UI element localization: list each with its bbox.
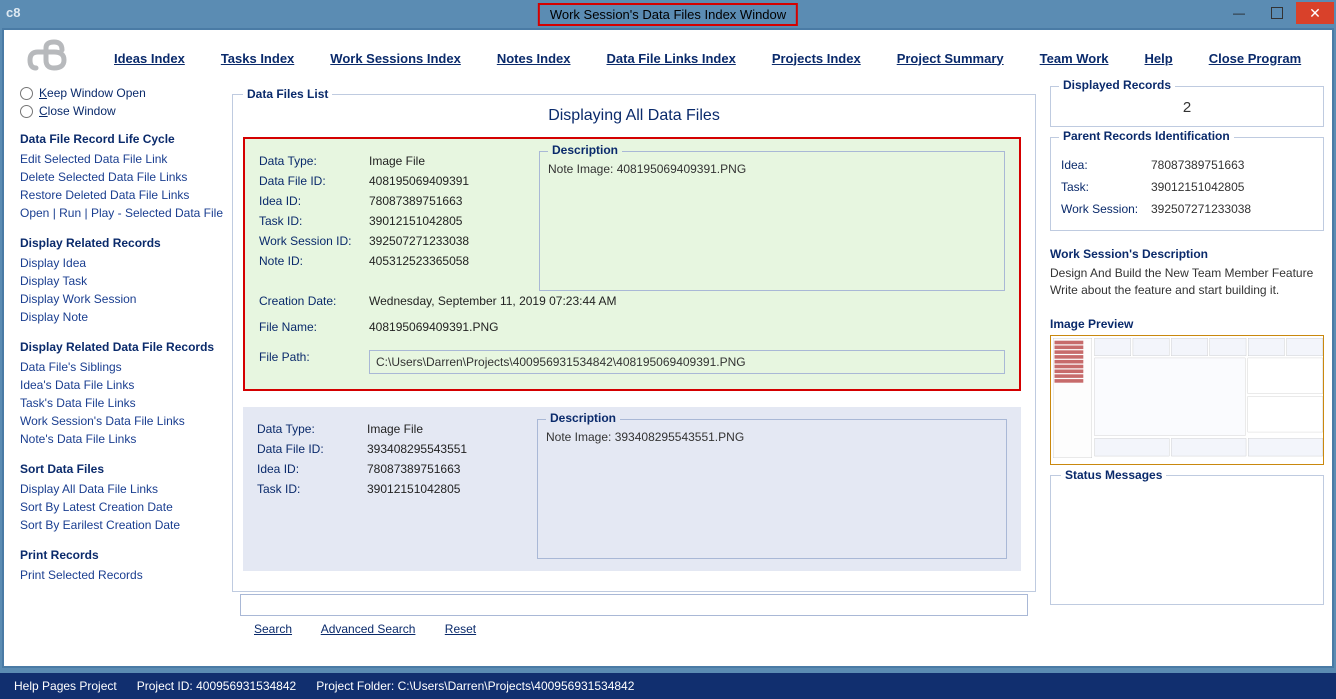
section-related-data-file-records: Display Related Data File Records [20,340,224,354]
menu-projects-index[interactable]: Projects Index [772,51,861,66]
menu-ideas-index[interactable]: Ideas Index [114,51,185,66]
sort-earliest[interactable]: Sort By Earilest Creation Date [20,516,224,534]
display-note[interactable]: Display Note [20,308,224,326]
menu-team-work[interactable]: Team Work [1040,51,1109,66]
description-text: Note Image: 408195069409391.PNG [548,162,996,176]
section-print: Print Records [20,548,224,562]
work-session-data-file-links[interactable]: Work Session's Data File Links [20,412,224,430]
menu-project-summary[interactable]: Project Summary [897,51,1004,66]
reset-link[interactable]: Reset [445,622,476,636]
parent-records-legend: Parent Records Identification [1059,129,1234,143]
displayed-count: 2 [1061,99,1313,116]
display-all-data-file-links[interactable]: Display All Data File Links [20,480,224,498]
menu-help[interactable]: Help [1145,51,1173,66]
sort-latest[interactable]: Sort By Latest Creation Date [20,498,224,516]
list-heading: Displaying All Data Files [233,107,1035,125]
description-text: Note Image: 393408295543551.PNG [546,430,998,444]
ws-description-text: Design And Build the New Team Member Fea… [1050,265,1324,299]
menu-data-file-links-index[interactable]: Data File Links Index [607,51,736,66]
status-messages-legend: Status Messages [1061,468,1166,482]
status-help-project: Help Pages Project [14,679,117,693]
section-related-records: Display Related Records [20,236,224,250]
advanced-search-link[interactable]: Advanced Search [321,622,416,636]
keep-window-open-radio[interactable]: Keep Window Open [20,86,224,100]
close-button[interactable]: ✕ [1296,2,1334,24]
status-project-id: Project ID: 400956931534842 [137,679,296,693]
open-run-play-data-file[interactable]: Open | Run | Play - Selected Data File [20,204,224,222]
restore-data-file-links[interactable]: Restore Deleted Data File Links [20,186,224,204]
keep-window-open-label: Keep Window Open [39,86,146,100]
data-file-card[interactable]: Data Type:Image File Data File ID:393408… [243,407,1021,571]
data-file-card[interactable]: Data Type:Image File Data File ID:408195… [243,137,1021,391]
app-logo-icon [24,38,74,78]
file-path-field: C:\Users\Darren\Projects\400956931534842… [369,350,1005,374]
maximize-button[interactable] [1258,2,1296,24]
display-task[interactable]: Display Task [20,272,224,290]
edit-data-file-link[interactable]: Edit Selected Data File Link [20,150,224,168]
status-project-folder: Project Folder: C:\Users\Darren\Projects… [316,679,634,693]
menu-close-program[interactable]: Close Program [1209,51,1301,66]
delete-data-file-links[interactable]: Delete Selected Data File Links [20,168,224,186]
search-link[interactable]: Search [254,622,292,636]
ws-description-legend: Work Session's Description [1050,247,1324,261]
idea-data-file-links[interactable]: Idea's Data File Links [20,376,224,394]
window-title: Work Session's Data Files Index Window [538,3,798,26]
section-sort: Sort Data Files [20,462,224,476]
close-window-radio[interactable]: Close Window [20,104,224,118]
note-data-file-links[interactable]: Note's Data File Links [20,430,224,448]
print-selected-records[interactable]: Print Selected Records [20,566,224,584]
task-data-file-links[interactable]: Task's Data File Links [20,394,224,412]
menu-work-sessions-index[interactable]: Work Sessions Index [330,51,461,66]
menu-tasks-index[interactable]: Tasks Index [221,51,294,66]
image-preview-legend: Image Preview [1050,317,1324,331]
displayed-records-legend: Displayed Records [1059,78,1175,92]
data-files-list-legend: Data Files List [243,87,332,101]
search-input[interactable] [240,594,1028,616]
display-work-session[interactable]: Display Work Session [20,290,224,308]
app-icon: c8 [6,5,26,25]
close-window-label: Close Window [39,104,116,118]
section-life-cycle: Data File Record Life Cycle [20,132,224,146]
display-idea[interactable]: Display Idea [20,254,224,272]
minimize-button[interactable]: — [1220,2,1258,24]
data-files-scroll[interactable]: Data Type:Image File Data File ID:408195… [235,133,1033,575]
image-preview [1050,335,1324,465]
menu-notes-index[interactable]: Notes Index [497,51,571,66]
data-file-siblings[interactable]: Data File's Siblings [20,358,224,376]
